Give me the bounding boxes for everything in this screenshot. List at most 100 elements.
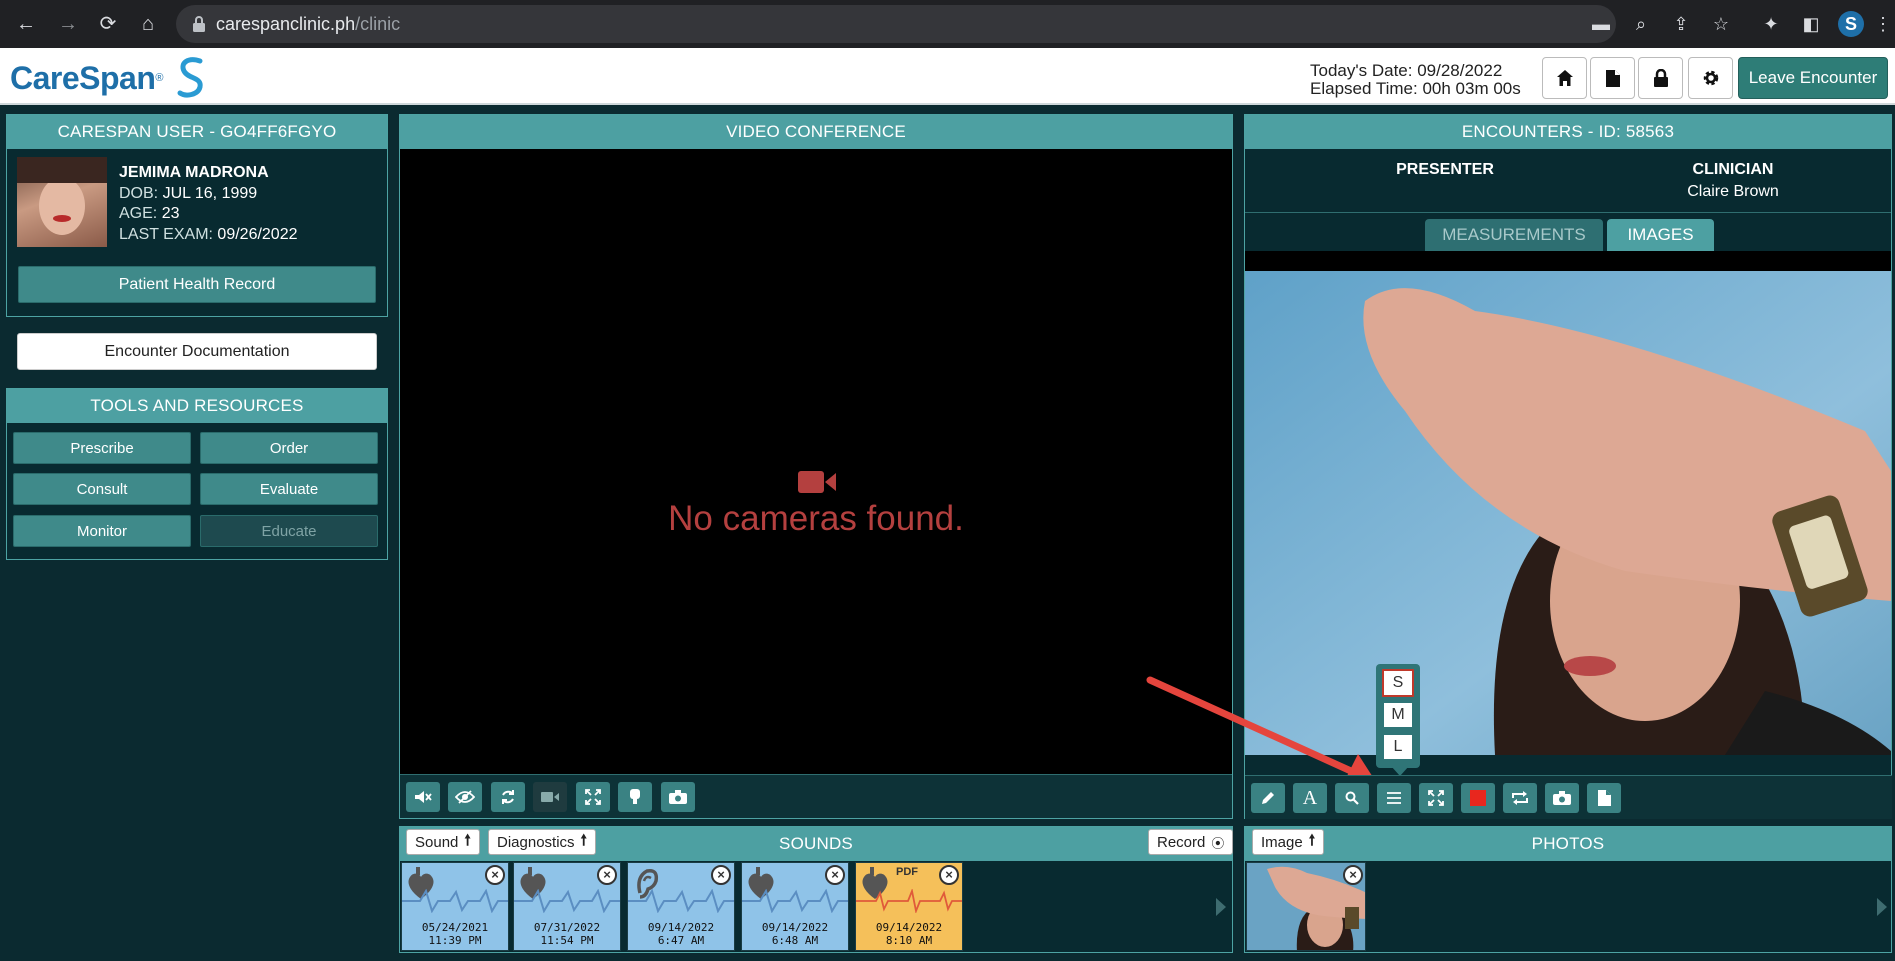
forward-icon[interactable]: → <box>54 10 82 38</box>
encounter-documentation-button[interactable]: Encounter Documentation <box>17 333 377 370</box>
size-menu-button[interactable] <box>1377 783 1411 813</box>
pencil-button[interactable] <box>1251 783 1285 813</box>
capture-button[interactable] <box>1545 783 1579 813</box>
record-dot-icon: ⦿ <box>1211 835 1225 851</box>
camera-icon <box>669 790 687 804</box>
waveform-icon <box>514 889 620 913</box>
settings-button[interactable] <box>1688 57 1733 99</box>
annotation-arrow <box>1146 676 1376 782</box>
sound-item[interactable]: × 09/14/2022 6:48 AM <box>741 862 849 951</box>
sound-sort-button[interactable]: Sound 🠕 <box>406 829 480 855</box>
back-icon[interactable]: ← <box>12 10 40 38</box>
patient-last-exam: LAST EXAM: 09/26/2022 <box>119 225 298 243</box>
close-icon[interactable]: × <box>485 865 505 885</box>
video-title: VIDEO CONFERENCE <box>400 115 1232 149</box>
pencil-icon <box>1262 792 1274 804</box>
evaluate-button[interactable]: Evaluate <box>200 473 378 505</box>
patient-age: AGE: 23 <box>119 205 180 222</box>
rotate-button[interactable] <box>1503 783 1537 813</box>
home-icon <box>1556 70 1573 86</box>
document-button[interactable] <box>1590 57 1635 99</box>
text-a-icon: A <box>1302 786 1318 809</box>
pdf-badge: PDF <box>896 866 918 878</box>
educate-button: Educate <box>200 515 378 547</box>
carespan-s-icon <box>177 57 203 98</box>
tab-measurements[interactable]: MEASUREMENTS <box>1425 219 1603 251</box>
sound-date: 07/31/2022 11:54 PM <box>533 921 601 947</box>
record-stop-button[interactable] <box>1461 783 1495 813</box>
waveform-icon <box>742 889 848 913</box>
light-button[interactable] <box>618 782 652 812</box>
expand-icon <box>1428 790 1444 806</box>
diagnostics-sort-button[interactable]: Diagnostics 🠕 <box>488 829 596 855</box>
snapshot-button[interactable] <box>661 782 695 812</box>
expand-icon <box>585 789 601 805</box>
lock-button[interactable] <box>1638 57 1683 99</box>
sound-item-pdf[interactable]: PDF × 09/14/2022 8:10 AM <box>855 862 963 951</box>
image-sort-button[interactable]: Image 🠕 <box>1252 829 1325 855</box>
expand-image-button[interactable] <box>1419 783 1453 813</box>
close-icon[interactable]: × <box>597 865 617 885</box>
sound-date: 09/14/2022 6:47 AM <box>647 921 715 947</box>
file-button[interactable] <box>1587 783 1621 813</box>
lock-icon <box>193 16 205 32</box>
tools-title: TOOLS AND RESOURCES <box>7 389 387 423</box>
menu-dots-icon[interactable]: ⋮ <box>1870 11 1895 37</box>
sound-date: 05/24/2021 11:39 PM <box>421 921 489 947</box>
extensions-icon[interactable]: ✦ <box>1758 11 1784 37</box>
close-icon[interactable]: × <box>939 865 959 885</box>
sounds-next-icon[interactable] <box>1216 898 1226 916</box>
gear-icon <box>1703 70 1718 86</box>
clinician-name: Claire Brown <box>1687 183 1779 200</box>
camera-toggle-button[interactable] <box>533 782 567 812</box>
address-bar[interactable]: carespanclinic.ph/clinic <box>176 5 1616 43</box>
reload-icon[interactable]: ⟳ <box>94 10 122 38</box>
sound-date: 09/14/2022 8:10 AM <box>875 921 943 947</box>
speaker-mute-icon <box>415 791 432 803</box>
share-icon[interactable]: ⇪ <box>1668 11 1694 37</box>
photo-thumbnail[interactable]: × <box>1246 862 1366 951</box>
zoom-icon[interactable]: ⌕ <box>1628 11 1654 37</box>
divider <box>1245 212 1891 213</box>
tab-images[interactable]: IMAGES <box>1607 219 1714 251</box>
profile-avatar-icon[interactable]: S <box>1838 11 1864 37</box>
close-icon[interactable]: × <box>711 865 731 885</box>
hide-video-button[interactable] <box>448 782 482 812</box>
leave-encounter-button[interactable]: Leave Encounter <box>1738 57 1888 99</box>
repeat-icon <box>1512 791 1528 805</box>
consult-button[interactable]: Consult <box>13 473 191 505</box>
patient-dob: DOB: JUL 16, 1999 <box>119 184 258 202</box>
home-icon[interactable]: ⌂ <box>134 10 162 38</box>
monitor-button[interactable]: Monitor <box>13 515 191 547</box>
waveform-icon <box>402 889 508 913</box>
user-panel-title: CARESPAN USER - GO4FF6FGYO <box>7 115 387 149</box>
bookmark-star-icon[interactable]: ☆ <box>1708 11 1734 37</box>
fullscreen-button[interactable] <box>576 782 610 812</box>
camera-blocked-icon[interactable]: ▬ <box>1588 11 1614 37</box>
side-panel-icon[interactable]: ◧ <box>1798 11 1824 37</box>
close-icon[interactable]: × <box>825 865 845 885</box>
video-camera-icon <box>541 792 559 802</box>
mute-button[interactable] <box>406 782 440 812</box>
sound-item[interactable]: × 09/14/2022 6:47 AM <box>627 862 735 951</box>
home-button[interactable] <box>1542 57 1587 99</box>
video-controls <box>400 774 1232 818</box>
padlock-icon <box>1653 68 1668 87</box>
order-button[interactable]: Order <box>200 432 378 464</box>
switch-camera-button[interactable] <box>491 782 525 812</box>
record-button[interactable]: Record ⦿ <box>1148 829 1234 855</box>
ecg-icon <box>856 889 962 913</box>
file-icon <box>1597 790 1611 806</box>
text-tool-button[interactable]: A <box>1293 783 1327 813</box>
sound-item[interactable]: × 07/31/2022 11:54 PM <box>513 862 621 951</box>
patient-health-record-button[interactable]: Patient Health Record <box>18 266 376 303</box>
magnify-button[interactable] <box>1335 783 1369 813</box>
arrow-up-icon: 🠕 <box>580 831 587 849</box>
sound-item[interactable]: × 05/24/2021 11:39 PM <box>401 862 509 951</box>
video-area: No cameras found. <box>400 149 1232 774</box>
photos-next-icon[interactable] <box>1877 898 1887 916</box>
encounter-dates: Today's Date: 09/28/2022 Elapsed Time: 0… <box>1310 61 1521 98</box>
prescribe-button[interactable]: Prescribe <box>13 432 191 464</box>
close-icon[interactable]: × <box>1343 865 1363 885</box>
patient-name: JEMIMA MADRONA <box>119 164 269 181</box>
